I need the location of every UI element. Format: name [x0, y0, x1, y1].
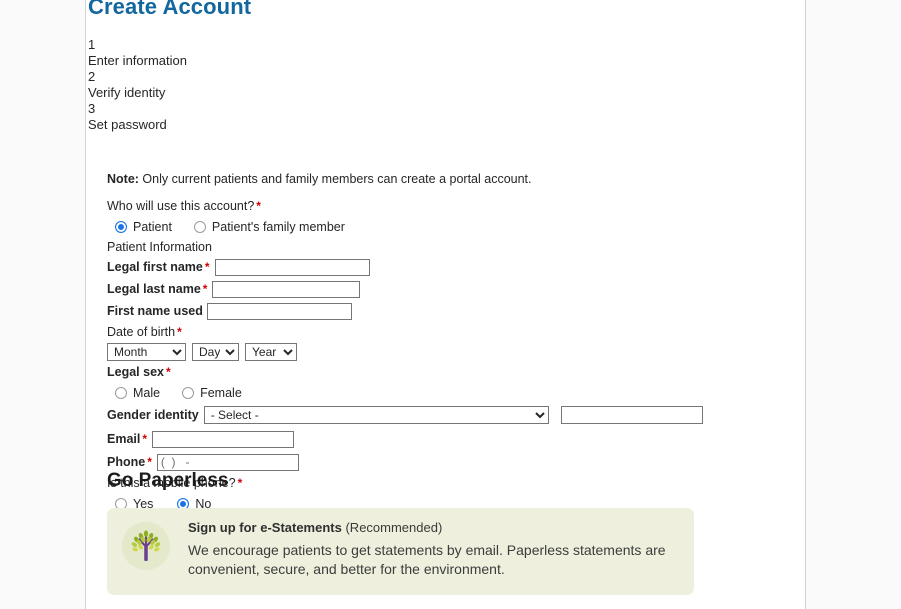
main-content-column: Create Account 1 Enter information 2 Ver… — [85, 0, 806, 609]
field-row-gender-identity: Gender identity - Select - — [107, 405, 797, 425]
gender-identity-other-input[interactable] — [560, 406, 703, 424]
date-of-birth-label: Date of birth — [107, 325, 176, 339]
radio-option-female[interactable]: Female — [182, 386, 242, 400]
dob-month-select[interactable]: Month — [107, 343, 186, 361]
radio-female-input[interactable] — [182, 386, 195, 399]
legal-sex-label: Legal sex — [107, 365, 164, 379]
e-statements-text: Sign up for e-Statements (Recommended) W… — [188, 520, 668, 579]
required-marker-first-name: * — [204, 260, 210, 274]
gender-identity-select[interactable]: - Select - — [203, 406, 549, 424]
step-number-2: 2 — [88, 69, 96, 84]
page-root: Create Account 1 Enter information 2 Ver… — [0, 0, 901, 609]
step-label-verify-identity: Verify identity — [88, 85, 166, 100]
radio-male-input[interactable] — [115, 386, 127, 399]
e-statements-title-rest: (Recommended) — [341, 520, 443, 535]
radio-family-member-input[interactable] — [193, 220, 206, 233]
radio-option-family-member[interactable]: Patient's family member — [193, 219, 345, 234]
field-row-legal-first-name: Legal first name * — [107, 257, 797, 277]
account-user-radio-group: Patient Patient's family member — [107, 218, 797, 235]
radio-patient-label: Patient — [133, 219, 172, 234]
note-line: Note: Only current patients and family m… — [107, 172, 797, 186]
legal-last-name-label: Legal last name — [107, 282, 201, 296]
e-statements-title: Sign up for e-Statements (Recommended) — [188, 520, 668, 535]
dob-year-select[interactable]: Year — [245, 343, 297, 361]
e-statements-panel: Sign up for e-Statements (Recommended) W… — [107, 508, 694, 595]
email-input[interactable] — [152, 430, 295, 448]
step-number-3: 3 — [88, 101, 96, 116]
required-marker-last-name: * — [202, 282, 208, 296]
legal-last-name-input[interactable] — [212, 280, 361, 298]
step-label-set-password: Set password — [88, 117, 167, 132]
create-account-form: Note: Only current patients and family m… — [107, 172, 797, 512]
radio-male-label: Male — [133, 385, 161, 400]
note-text: Only current patients and family members… — [138, 172, 532, 186]
account-user-question: Who will use this account? * — [107, 199, 797, 214]
field-row-first-name-used: First name used — [107, 301, 797, 321]
left-gutter — [0, 0, 85, 609]
step-label-enter-information: Enter information — [88, 53, 187, 68]
required-marker-legal-sex: * — [165, 365, 171, 379]
gender-identity-label: Gender identity — [107, 408, 199, 422]
phone-label: Phone — [107, 455, 146, 469]
radio-patient-input[interactable] — [115, 220, 127, 233]
legal-sex-radio-group: Male Female — [107, 384, 797, 401]
radio-female-label: Female — [200, 385, 242, 400]
e-statements-body: We encourage patients to get statements … — [188, 542, 666, 577]
legal-first-name-input[interactable] — [214, 258, 370, 276]
note-prefix: Note: — [107, 172, 139, 186]
email-label: Email — [107, 432, 141, 446]
legal-first-name-label: Legal first name — [107, 260, 203, 274]
e-statements-title-bold: Sign up for e-Statements — [188, 520, 342, 535]
first-name-used-input[interactable] — [206, 302, 352, 320]
required-marker-email: * — [142, 432, 148, 446]
required-marker-dob: * — [177, 325, 182, 339]
step-number-1: 1 — [88, 37, 96, 52]
required-marker-phone: * — [147, 455, 152, 469]
legal-sex-label-row: Legal sex * — [107, 365, 797, 380]
field-row-legal-last-name: Legal last name * — [107, 279, 797, 299]
go-paperless-heading: Go Paperless — [107, 470, 229, 491]
e-statements-panel-inner: Sign up for e-Statements (Recommended) W… — [107, 508, 694, 579]
patient-information-label: Patient Information — [107, 240, 212, 254]
tree-icon — [122, 522, 170, 570]
date-of-birth-selects: Month Day Year — [107, 342, 797, 362]
required-marker-mobile: * — [237, 476, 243, 490]
radio-option-patient[interactable]: Patient — [115, 220, 172, 234]
dob-day-select[interactable]: Day — [192, 343, 239, 361]
progress-steps: 1 Enter information 2 Verify identity 3 … — [88, 37, 187, 133]
required-marker: * — [256, 199, 261, 213]
field-row-email: Email * — [107, 429, 797, 449]
radio-option-male[interactable]: Male — [115, 386, 160, 400]
account-user-question-text: Who will use this account? — [107, 199, 255, 213]
phone-input[interactable] — [156, 453, 299, 471]
date-of-birth-label-row: Date of birth * — [107, 325, 797, 340]
radio-family-member-label: Patient's family member — [211, 219, 345, 234]
right-gutter — [807, 0, 901, 609]
first-name-used-label: First name used — [107, 304, 203, 318]
page-title: Create Account — [88, 0, 252, 19]
field-row-phone: Phone * — [107, 452, 797, 472]
